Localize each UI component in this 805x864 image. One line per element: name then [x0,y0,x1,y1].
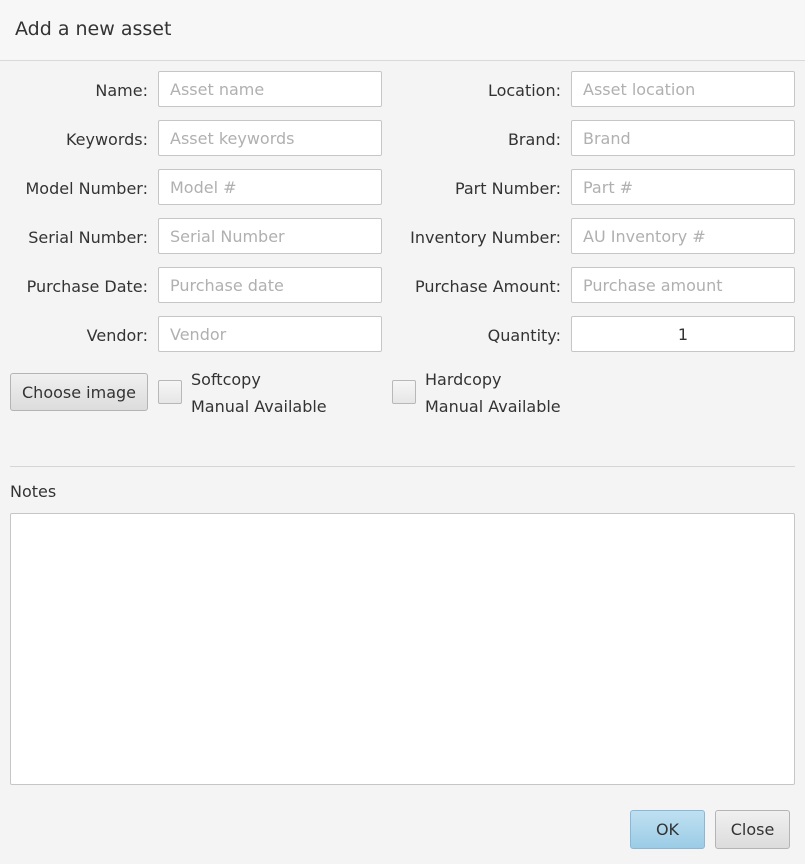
purchase-amount-input[interactable] [571,267,795,303]
softcopy-manual-label[interactable]: Softcopy Manual Available [191,366,327,420]
model-number-label: Model Number: [25,179,148,198]
part-number-input[interactable] [571,169,795,205]
quantity-input[interactable] [571,316,795,352]
softcopy-manual-checkbox[interactable] [158,380,182,404]
softcopy-line2: Manual Available [191,397,327,416]
location-input[interactable] [571,71,795,107]
serial-number-input[interactable] [158,218,382,254]
hardcopy-manual-label[interactable]: Hardcopy Manual Available [425,366,561,420]
name-label: Name: [95,81,148,100]
location-label: Location: [487,81,561,100]
notes-label: Notes [10,482,57,501]
inventory-number-label: Inventory Number: [410,228,561,247]
dialog-title: Add a new asset [15,18,172,40]
brand-label: Brand: [507,130,561,149]
purchase-date-label: Purchase Date: [26,277,148,296]
keywords-label: Keywords: [65,130,148,149]
choose-image-button[interactable]: Choose image [10,373,148,411]
purchase-amount-label: Purchase Amount: [414,277,561,296]
keywords-input[interactable] [158,120,382,156]
softcopy-line1: Softcopy [191,370,261,389]
quantity-label: Quantity: [487,326,561,345]
close-button[interactable]: Close [715,810,790,849]
notes-textarea[interactable] [10,513,795,785]
vendor-label: Vendor: [86,326,148,345]
inventory-number-input[interactable] [571,218,795,254]
dialog-header: Add a new asset [0,0,805,61]
hardcopy-line2: Manual Available [425,397,561,416]
purchase-date-input[interactable] [158,267,382,303]
hardcopy-line1: Hardcopy [425,370,502,389]
brand-input[interactable] [571,120,795,156]
name-input[interactable] [158,71,382,107]
section-divider [10,466,795,467]
serial-number-label: Serial Number: [28,228,148,247]
ok-button[interactable]: OK [630,810,705,849]
model-number-input[interactable] [158,169,382,205]
part-number-label: Part Number: [454,179,561,198]
hardcopy-manual-checkbox[interactable] [392,380,416,404]
vendor-input[interactable] [158,316,382,352]
